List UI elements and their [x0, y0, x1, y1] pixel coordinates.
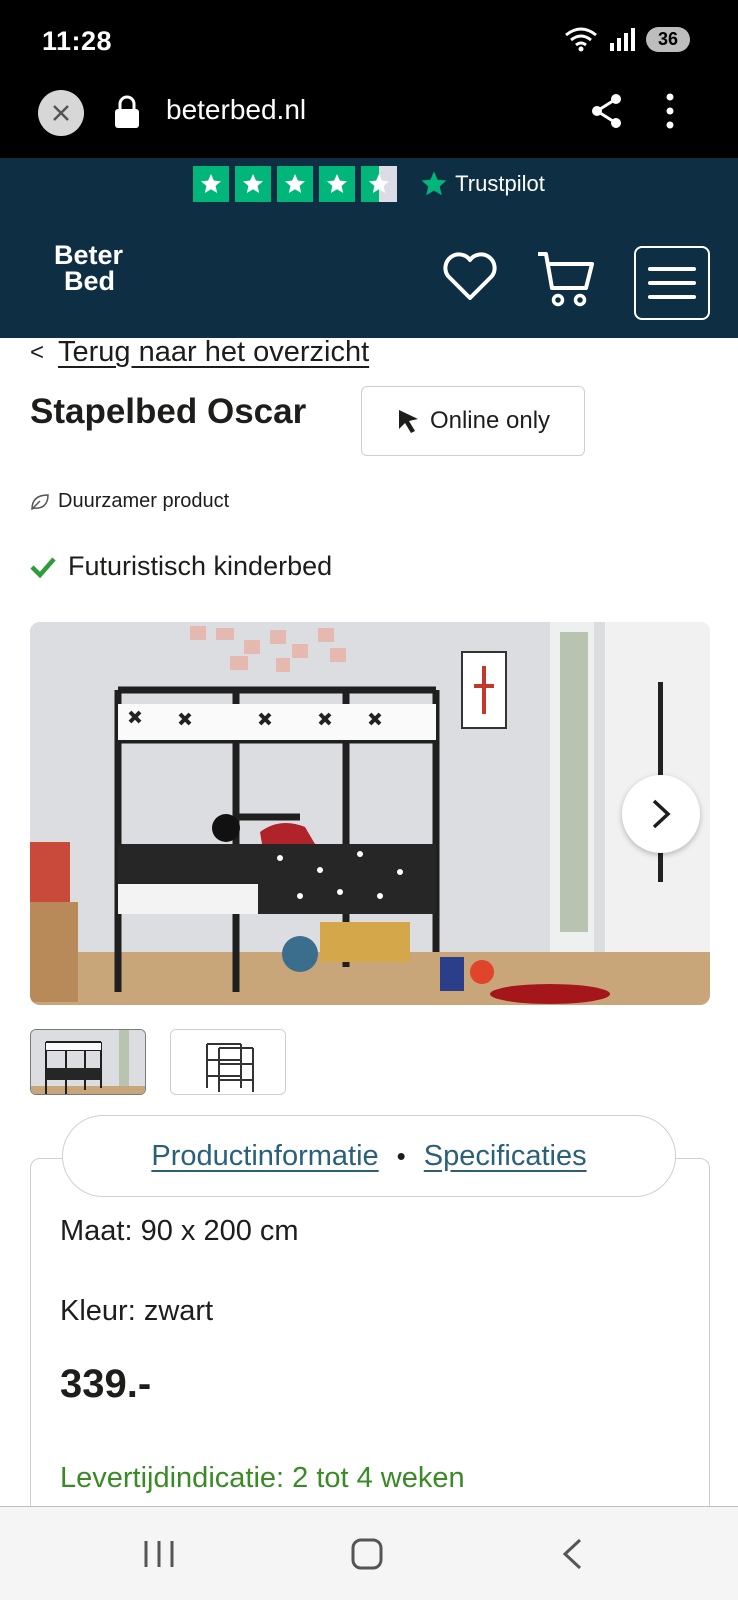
wishlist-heart-icon[interactable]: [442, 252, 498, 302]
chevron-right-icon: [652, 799, 671, 829]
status-bar: 11:28 36: [0, 0, 738, 84]
tab-specificaties[interactable]: Specificaties: [424, 1140, 587, 1173]
gallery-next-button[interactable]: [622, 775, 700, 853]
back-to-overview-link[interactable]: < Terug naar het overzicht: [30, 336, 369, 369]
product-price: 339.-: [60, 1362, 152, 1406]
browser-toolbar: beterbed.nl: [0, 84, 738, 158]
gallery-thumbnail[interactable]: [30, 1029, 146, 1095]
trustpilot-star-icon: [421, 171, 447, 196]
product-photo: [30, 622, 710, 1005]
star-icon: [193, 166, 230, 202]
menu-button[interactable]: [634, 246, 710, 320]
cursor-icon: [398, 410, 418, 433]
close-tab-button[interactable]: [38, 90, 84, 136]
online-only-label: Online only: [429, 407, 551, 434]
shopping-cart-icon[interactable]: [536, 250, 594, 308]
leaf-icon: [31, 493, 49, 510]
delivery-indication: Levertijdindicatie: 2 tot 4 weken: [60, 1462, 465, 1494]
trustpilot-stars: [193, 166, 398, 202]
back-link-label: Terug naar het overzicht: [58, 336, 370, 368]
tab-separator: •: [396, 1140, 406, 1171]
size-value: Maat: 90 x 200 cm: [60, 1215, 299, 1247]
star-icon: [277, 166, 314, 202]
online-only-badge: Online only: [361, 386, 585, 456]
thumbnail-photo: [31, 1030, 145, 1094]
star-icon: [319, 166, 356, 202]
home-icon[interactable]: [350, 1537, 384, 1571]
half-star-icon: [361, 166, 398, 202]
chevron-left-icon: <: [30, 338, 45, 366]
url-bar[interactable]: beterbed.nl: [166, 94, 306, 126]
system-navigation-bar: [0, 1506, 738, 1600]
status-time: 11:28: [42, 26, 113, 56]
logo-line-1: Beter: [54, 240, 124, 270]
trustpilot-logo: Trustpilot: [419, 169, 545, 199]
logo-line-2: Bed: [64, 266, 116, 296]
site-header: Beter Bed: [0, 210, 738, 338]
wifi-icon: [565, 27, 597, 52]
usp-text: Futuristisch kinderbed: [68, 551, 333, 581]
lock-icon[interactable]: [113, 94, 141, 130]
trustpilot-label: Trustpilot: [455, 171, 545, 196]
share-icon[interactable]: [590, 92, 624, 130]
battery-indicator: 36: [645, 26, 690, 52]
color-value: Kleur: zwart: [60, 1295, 214, 1327]
logo-text[interactable]: Beter Bed: [54, 240, 124, 296]
hamburger-icon: [648, 267, 696, 271]
star-icon: [235, 166, 272, 202]
close-icon: [53, 105, 69, 121]
checkmark-icon: [30, 557, 56, 578]
sustainability-label: Duurzamer product: [30, 490, 229, 513]
trustpilot-bar[interactable]: Trustpilot: [0, 158, 738, 210]
product-image-gallery[interactable]: [30, 622, 710, 1005]
product-title: Stapelbed Oscar: [30, 392, 307, 431]
more-options-icon[interactable]: [664, 92, 676, 130]
product-info-tabs: Productinformatie • Specificaties: [62, 1115, 676, 1197]
gallery-thumbnail[interactable]: [170, 1029, 286, 1095]
usp-item: Futuristisch kinderbed: [30, 551, 332, 582]
status-icons: 36: [564, 26, 690, 52]
signal-icon: [609, 28, 635, 51]
thumbnail-photo: [171, 1030, 285, 1094]
back-icon[interactable]: [560, 1537, 584, 1571]
sustainability-text: Duurzamer product: [58, 490, 230, 512]
recent-apps-icon[interactable]: [142, 1539, 176, 1569]
tab-productinformatie[interactable]: Productinformatie: [151, 1140, 378, 1173]
